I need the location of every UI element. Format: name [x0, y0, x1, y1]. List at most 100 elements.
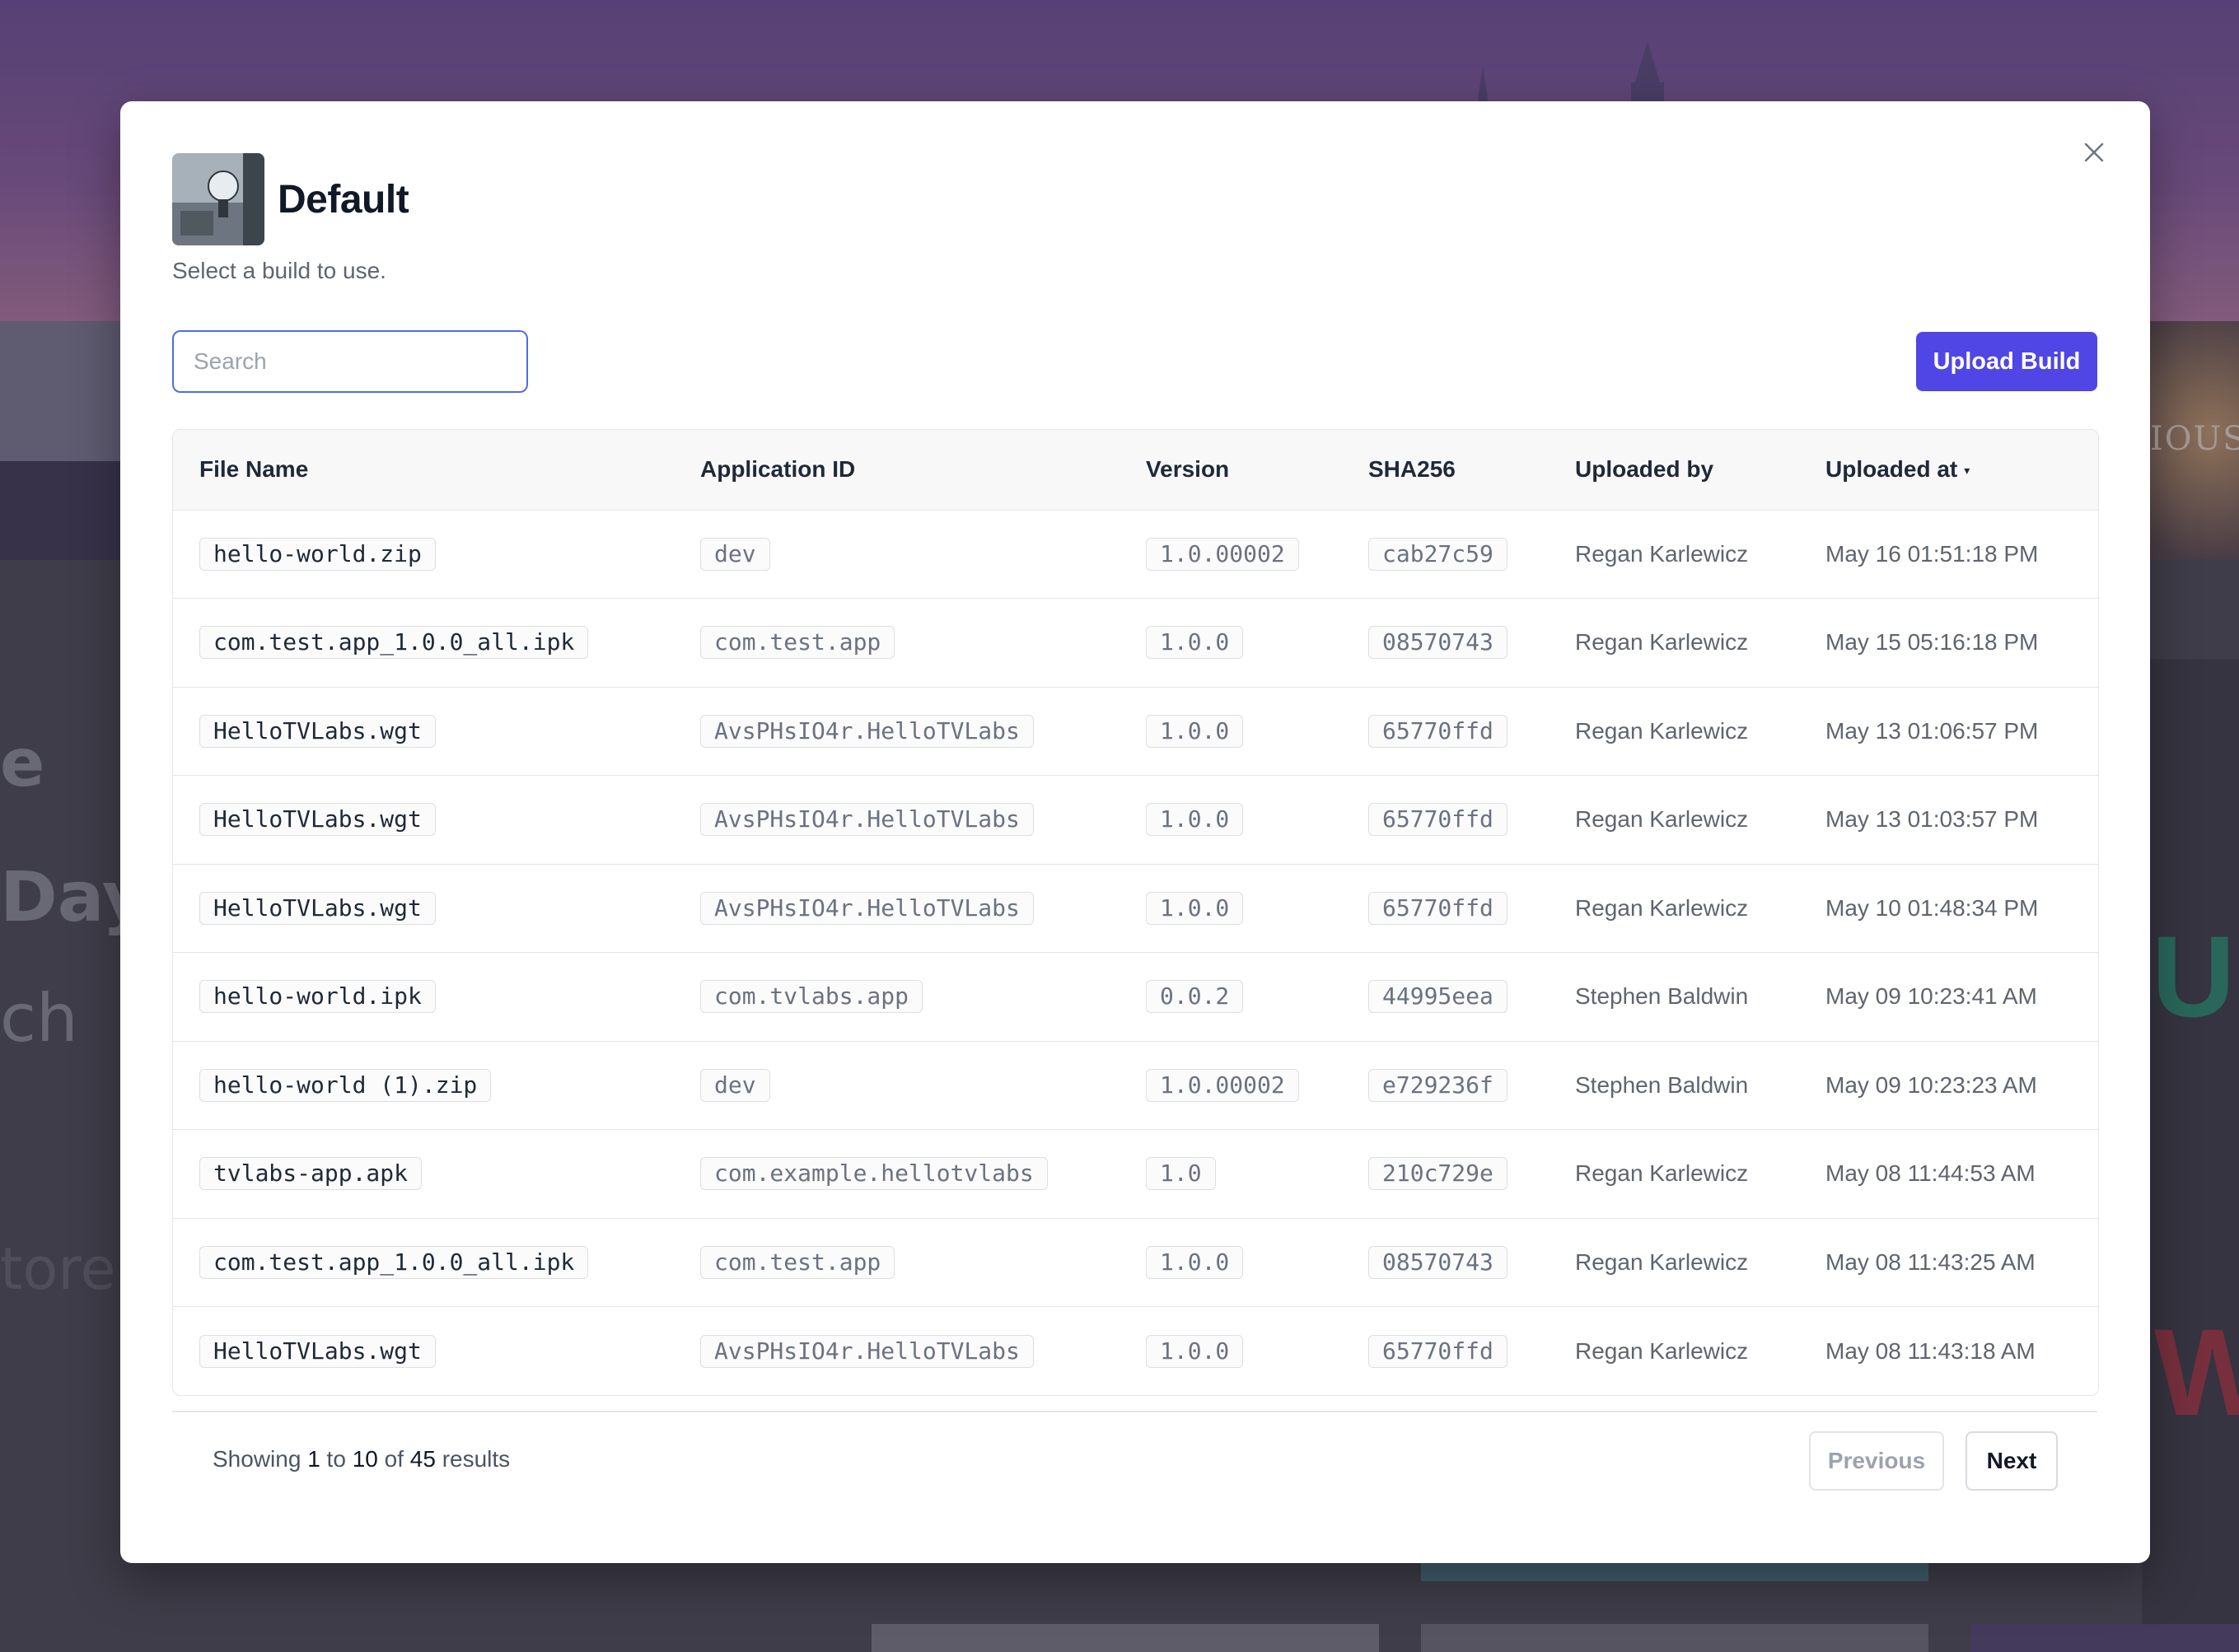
table-row[interactable]: com.test.app_1.0.0_all.ipk com.test.app 1.…: [173, 1218, 2098, 1307]
cell-version-text: 1.0.00002: [1146, 537, 1299, 571]
footer-divider: [172, 1411, 2097, 1412]
search-input[interactable]: [172, 330, 528, 393]
cell-uploaded-at: May 09 10:23:41 AM: [1825, 953, 2098, 1042]
modal-title: Default: [278, 177, 409, 222]
next-page-button[interactable]: Next: [1966, 1431, 2058, 1491]
cell-uploaded-by: Stephen Baldwin: [1575, 1041, 1825, 1130]
cell-version: 1.0.0: [1146, 687, 1368, 776]
cell-file-name-text: com.test.app_1.0.0_all.ipk: [199, 626, 589, 660]
cell-uploaded-at-text: May 08 11:43:25 AM: [1825, 1248, 2036, 1275]
table-row[interactable]: HelloTVLabs.wgt AvsPHsIO4r.HelloTVLabs 1.0…: [173, 687, 2098, 776]
cell-version-text: 1.0.0: [1146, 803, 1244, 837]
summary-of-word: of: [384, 1446, 404, 1472]
cell-sha256: 65770ffd: [1368, 776, 1575, 865]
header-version[interactable]: Version: [1146, 430, 1368, 510]
cell-file-name: HelloTVLabs.wgt: [173, 864, 700, 953]
header-application-id[interactable]: Application ID: [700, 430, 1146, 510]
header-uploaded-by[interactable]: Uploaded by: [1575, 430, 1825, 510]
cell-sha256: 65770ffd: [1368, 1307, 1575, 1396]
cell-uploaded-by: Regan Karlewicz: [1575, 510, 1825, 599]
table-row[interactable]: hello-world.ipk com.tvlabs.app 0.0.2 44995e…: [173, 953, 2098, 1042]
summary-total: 45: [409, 1446, 436, 1472]
cell-version-text: 1.0: [1146, 1157, 1216, 1191]
cell-application-id-text: AvsPHsIO4r.HelloTVLabs: [700, 1334, 1034, 1368]
cell-sha256: 08570743: [1368, 599, 1575, 688]
cell-sha256-text: cab27c59: [1368, 537, 1507, 571]
cell-uploaded-by-text: Regan Karlewicz: [1575, 894, 1749, 921]
cell-application-id: com.tvlabs.app: [700, 953, 1146, 1042]
cell-sha256-text: 210c729e: [1368, 1157, 1507, 1191]
cell-version-text: 1.0.0: [1146, 1245, 1244, 1279]
cell-sha256: 65770ffd: [1368, 687, 1575, 776]
cell-sha256-text: 44995eea: [1368, 980, 1507, 1014]
table-row[interactable]: HelloTVLabs.wgt AvsPHsIO4r.HelloTVLabs 1.0…: [173, 776, 2098, 865]
cell-file-name-text: HelloTVLabs.wgt: [199, 1334, 436, 1368]
cell-file-name-text: hello-world (1).zip: [199, 1068, 492, 1102]
previous-page-button[interactable]: Previous: [1809, 1431, 1944, 1491]
cell-version: 1.0.0: [1146, 599, 1368, 688]
cell-uploaded-by-text: Regan Karlewicz: [1575, 1248, 1749, 1275]
cell-version-text: 1.0.0: [1146, 1334, 1244, 1368]
table-row[interactable]: com.test.app_1.0.0_all.ipk com.test.app 1.…: [173, 599, 2098, 688]
table-row[interactable]: HelloTVLabs.wgt AvsPHsIO4r.HelloTVLabs 1.0…: [173, 1307, 2098, 1396]
cell-application-id: com.example.hellotvlabs: [700, 1130, 1146, 1219]
cell-version-text: 1.0.0: [1146, 714, 1244, 748]
cell-version-text: 1.0.0: [1146, 891, 1244, 925]
cell-version: 0.0.2: [1146, 953, 1368, 1042]
cell-uploaded-by-text: Regan Karlewicz: [1575, 540, 1749, 567]
cell-sha256: cab27c59: [1368, 510, 1575, 599]
cell-uploaded-at-text: May 10 01:48:34 PM: [1825, 894, 2039, 921]
header-file-name[interactable]: File Name: [173, 430, 700, 510]
cell-sha256-text: 08570743: [1368, 1245, 1507, 1279]
cell-uploaded-by-text: Regan Karlewicz: [1575, 629, 1749, 656]
cell-application-id: com.test.app: [700, 1218, 1146, 1307]
summary-from: 1: [307, 1446, 320, 1472]
cell-version: 1.0.0: [1146, 864, 1368, 953]
cell-application-id-text: AvsPHsIO4r.HelloTVLabs: [700, 714, 1034, 748]
cell-file-name: com.test.app_1.0.0_all.ipk: [173, 599, 700, 688]
cell-uploaded-at-text: May 13 01:03:57 PM: [1825, 806, 2039, 833]
cell-file-name: HelloTVLabs.wgt: [173, 776, 700, 865]
cell-uploaded-at-text: May 09 10:23:23 AM: [1825, 1071, 2037, 1098]
cell-application-id-text: dev: [700, 537, 770, 571]
cell-sha256-text: 65770ffd: [1368, 891, 1507, 925]
cell-application-id-text: com.tvlabs.app: [700, 980, 923, 1014]
close-button[interactable]: [2078, 136, 2110, 169]
cell-sha256: 210c729e: [1368, 1130, 1575, 1219]
cell-sha256: 44995eea: [1368, 953, 1575, 1042]
cell-file-name: HelloTVLabs.wgt: [173, 687, 700, 776]
header-sha256[interactable]: SHA256: [1368, 430, 1575, 510]
cell-uploaded-at: May 08 11:43:18 AM: [1825, 1307, 2098, 1396]
cell-application-id: com.test.app: [700, 599, 1146, 688]
cell-file-name: com.test.app_1.0.0_all.ipk: [173, 1218, 700, 1307]
cell-file-name: hello-world (1).zip: [173, 1041, 700, 1130]
cell-uploaded-by: Regan Karlewicz: [1575, 776, 1825, 865]
table-row[interactable]: HelloTVLabs.wgt AvsPHsIO4r.HelloTVLabs 1.0…: [173, 864, 2098, 953]
cell-application-id-text: dev: [700, 1068, 770, 1102]
cell-uploaded-by: Regan Karlewicz: [1575, 864, 1825, 953]
cell-uploaded-by-text: Regan Karlewicz: [1575, 717, 1749, 744]
cell-uploaded-by: Regan Karlewicz: [1575, 687, 1825, 776]
cell-uploaded-at-text: May 09 10:23:41 AM: [1825, 983, 2037, 1010]
header-uploaded-at-label: Uploaded at: [1825, 456, 1958, 483]
cell-file-name: tvlabs-app.apk: [173, 1130, 700, 1219]
header-uploaded-at[interactable]: Uploaded at ▾: [1825, 430, 2098, 510]
cell-version-text: 1.0.00002: [1146, 1068, 1299, 1102]
cell-version-text: 0.0.2: [1146, 980, 1244, 1014]
cell-application-id: AvsPHsIO4r.HelloTVLabs: [700, 1307, 1146, 1396]
cell-application-id-text: AvsPHsIO4r.HelloTVLabs: [700, 803, 1034, 837]
results-summary: Showing 1 to 10 of 45 results: [213, 1446, 510, 1472]
table-row[interactable]: tvlabs-app.apk com.example.hellotvlabs 1.0…: [173, 1130, 2098, 1219]
build-select-modal: Default Select a build to use. Upload Bu…: [120, 101, 2150, 1563]
table-header-row: File Name Application ID Version SHA256 …: [173, 430, 2098, 510]
cell-application-id-text: com.test.app: [700, 1245, 895, 1279]
cell-sha256: 08570743: [1368, 1218, 1575, 1307]
table-row[interactable]: hello-world (1).zip dev 1.0.00002 e729236f S…: [173, 1041, 2098, 1130]
upload-build-button[interactable]: Upload Build: [1916, 332, 2097, 391]
table-row[interactable]: hello-world.zip dev 1.0.00002 cab27c59 Regan…: [173, 510, 2098, 599]
sort-desc-icon: ▾: [1964, 464, 1970, 478]
cell-uploaded-at: May 16 01:51:18 PM: [1825, 510, 2098, 599]
summary-showing: Showing: [213, 1446, 301, 1472]
cell-sha256-text: 65770ffd: [1368, 714, 1507, 748]
cell-uploaded-by-text: Regan Karlewicz: [1575, 1160, 1749, 1187]
